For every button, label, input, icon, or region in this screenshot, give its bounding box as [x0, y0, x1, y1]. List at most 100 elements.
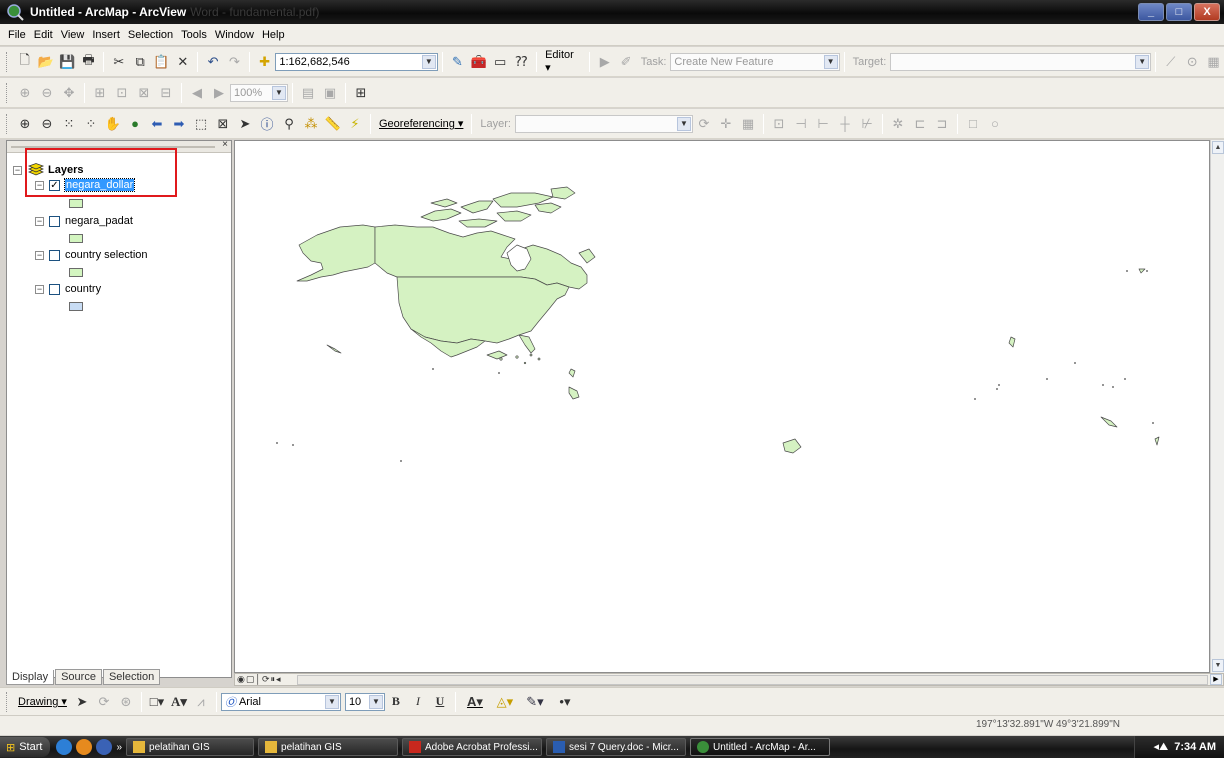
drawing-menu[interactable]: Drawing ▾ — [14, 695, 71, 708]
edit-vertices-icon[interactable]: ⩘ — [191, 692, 211, 712]
layer-name[interactable]: country — [65, 283, 101, 295]
tab-selection[interactable]: Selection — [102, 669, 161, 685]
find-binoculars-icon[interactable]: ⚲ — [279, 114, 299, 134]
print-icon[interactable]: 🖶 — [79, 52, 98, 72]
paste-icon[interactable]: 📋 — [152, 52, 171, 72]
zoom-to-elements-icon[interactable]: ⊛ — [116, 692, 136, 712]
internet-explorer-icon[interactable] — [56, 739, 73, 755]
search-icon[interactable] — [96, 739, 113, 755]
toolbar-grip[interactable] — [6, 113, 9, 134]
rectangle-tool-icon[interactable]: □▾ — [147, 692, 167, 712]
zoom-in-icon[interactable]: ⊕ — [15, 114, 35, 134]
collapse-icon[interactable]: − — [13, 165, 22, 175]
command-line-icon[interactable]: ▭ — [490, 52, 509, 72]
redo-icon[interactable]: ↷ — [225, 52, 244, 72]
layer-symbol-swatch[interactable] — [69, 268, 83, 277]
fixed-zoom-out-icon[interactable]: ⊟ — [156, 83, 176, 103]
view-switch-icons[interactable]: ◉▢│⟳⏸◂ — [237, 674, 282, 685]
whats-this-help-icon[interactable]: ⁇ — [512, 52, 531, 72]
line-color-icon[interactable]: ✎▾ — [521, 692, 549, 712]
tab-display[interactable]: Display — [6, 670, 55, 685]
map-scale-input[interactable]: 1:162,682,546 ▼ — [275, 52, 438, 71]
save-icon[interactable]: 💾 — [58, 52, 77, 72]
task-pelatihan-gis-1[interactable]: pelatihan GIS — [126, 738, 255, 756]
marker-color-icon[interactable]: •▾ — [551, 692, 579, 712]
pan-hand-icon[interactable]: ✋ — [103, 114, 123, 134]
georeferencing-menu[interactable]: Georeferencing ▾ — [375, 117, 467, 130]
map-horizontal-scrollbar[interactable] — [297, 675, 1208, 685]
focus-data-frame-icon[interactable]: ▣ — [320, 83, 340, 103]
close-button[interactable]: X — [1194, 3, 1220, 21]
generalize-icon[interactable]: ✲ — [888, 114, 908, 134]
edit-tool-icon[interactable]: ▶ — [595, 52, 614, 72]
select-elements-icon[interactable]: ➤ — [235, 114, 255, 134]
pan-page-icon[interactable]: ✥ — [59, 83, 79, 103]
start-button[interactable]: ⊞ Start — [0, 737, 51, 757]
rotate-icon[interactable]: ⟳ — [694, 114, 714, 134]
zoom-in-page-icon[interactable]: ⊕ — [15, 83, 35, 103]
split-icon[interactable]: ⊣ — [791, 114, 811, 134]
toolbar-grip[interactable] — [6, 51, 9, 72]
layer-item-country-selection[interactable]: − country selection — [35, 249, 148, 261]
chevron-down-icon[interactable]: ▼ — [324, 694, 339, 709]
target-select[interactable]: ▼ — [890, 52, 1152, 71]
menu-edit[interactable]: Edit — [30, 27, 57, 43]
extend-icon[interactable]: ⊢ — [813, 114, 833, 134]
task-select[interactable]: Create New Feature ▼ — [670, 52, 840, 71]
circle-icon[interactable]: ○ — [985, 114, 1005, 134]
menu-window[interactable]: Window — [211, 27, 258, 43]
view-link-table-icon[interactable]: ▦ — [738, 114, 758, 134]
back-arrow-icon[interactable]: ⬅ — [147, 114, 167, 134]
go-forward-extent-icon[interactable]: ▶ — [209, 83, 229, 103]
intersect-icon[interactable]: ┼ — [835, 114, 855, 134]
zoom-out-page-icon[interactable]: ⊖ — [37, 83, 57, 103]
undo-icon[interactable]: ↶ — [203, 52, 222, 72]
arctoolbox-icon[interactable]: 🧰 — [469, 52, 488, 72]
map-display[interactable] — [234, 140, 1210, 673]
measure-icon[interactable]: 📏 — [323, 114, 343, 134]
font-color-icon[interactable]: A▾ — [461, 692, 489, 712]
fixed-zoom-out-icon[interactable]: ⁘ — [81, 114, 101, 134]
layer-symbol-swatch[interactable] — [69, 199, 83, 208]
table-icon[interactable]: ▦ — [1204, 52, 1223, 72]
toc-close-icon[interactable]: × — [222, 139, 228, 150]
layer-item-negara-padat[interactable]: − negara_padat — [35, 215, 133, 227]
go-to-xy-icon[interactable]: ⁂ — [301, 114, 321, 134]
maximize-button[interactable]: □ — [1166, 3, 1192, 21]
collapse-icon[interactable]: − — [35, 250, 44, 260]
zoom-whole-page-icon[interactable]: ⊞ — [90, 83, 110, 103]
underline-button[interactable]: U — [430, 692, 450, 712]
layer-visibility-checkbox[interactable] — [49, 249, 60, 261]
chevron-down-icon[interactable]: ▼ — [676, 116, 691, 131]
editor-menu[interactable]: Editor ▾ — [541, 49, 585, 74]
menu-view[interactable]: View — [57, 27, 89, 43]
menu-help[interactable]: Help — [258, 27, 289, 43]
chevron-down-icon[interactable]: ▼ — [368, 694, 383, 709]
text-tool-icon[interactable]: A▾ — [169, 692, 189, 712]
add-control-points-icon[interactable]: ✛ — [716, 114, 736, 134]
italic-button[interactable]: I — [408, 692, 428, 712]
collapse-icon[interactable]: − — [35, 284, 44, 294]
fill-color-icon[interactable]: ◬▾ — [491, 692, 519, 712]
open-folder-icon[interactable]: 📂 — [36, 52, 55, 72]
clear-selection-icon[interactable]: ⊠ — [213, 114, 233, 134]
chevron-down-icon[interactable]: ▼ — [421, 54, 436, 69]
layer-symbol-swatch[interactable] — [69, 302, 83, 311]
toolbar-grip[interactable] — [6, 82, 9, 103]
fixed-zoom-in-icon[interactable]: ⊠ — [134, 83, 154, 103]
clock[interactable]: 7:34 AM — [1174, 741, 1216, 753]
cut-icon[interactable]: ✂ — [109, 52, 128, 72]
rectangle-icon[interactable]: □ — [963, 114, 983, 134]
toolbar-grip[interactable] — [6, 691, 9, 712]
change-layout-icon[interactable]: ⊞ — [351, 83, 371, 103]
select-features-icon[interactable]: ⬚ — [191, 114, 211, 134]
chevron-down-icon[interactable]: ▼ — [823, 54, 838, 69]
georef-layer-select[interactable]: ▼ — [514, 114, 693, 133]
rotate-icon[interactable]: ⟳ — [94, 692, 114, 712]
fixed-zoom-in-icon[interactable]: ⁙ — [59, 114, 79, 134]
editor-toolbar-icon[interactable]: ✎ — [448, 52, 467, 72]
menu-selection[interactable]: Selection — [124, 27, 177, 43]
layer-name[interactable]: country selection — [65, 249, 148, 261]
task-pelatihan-gis-2[interactable]: pelatihan GIS — [258, 738, 399, 756]
layer-symbol-swatch[interactable] — [69, 234, 83, 243]
